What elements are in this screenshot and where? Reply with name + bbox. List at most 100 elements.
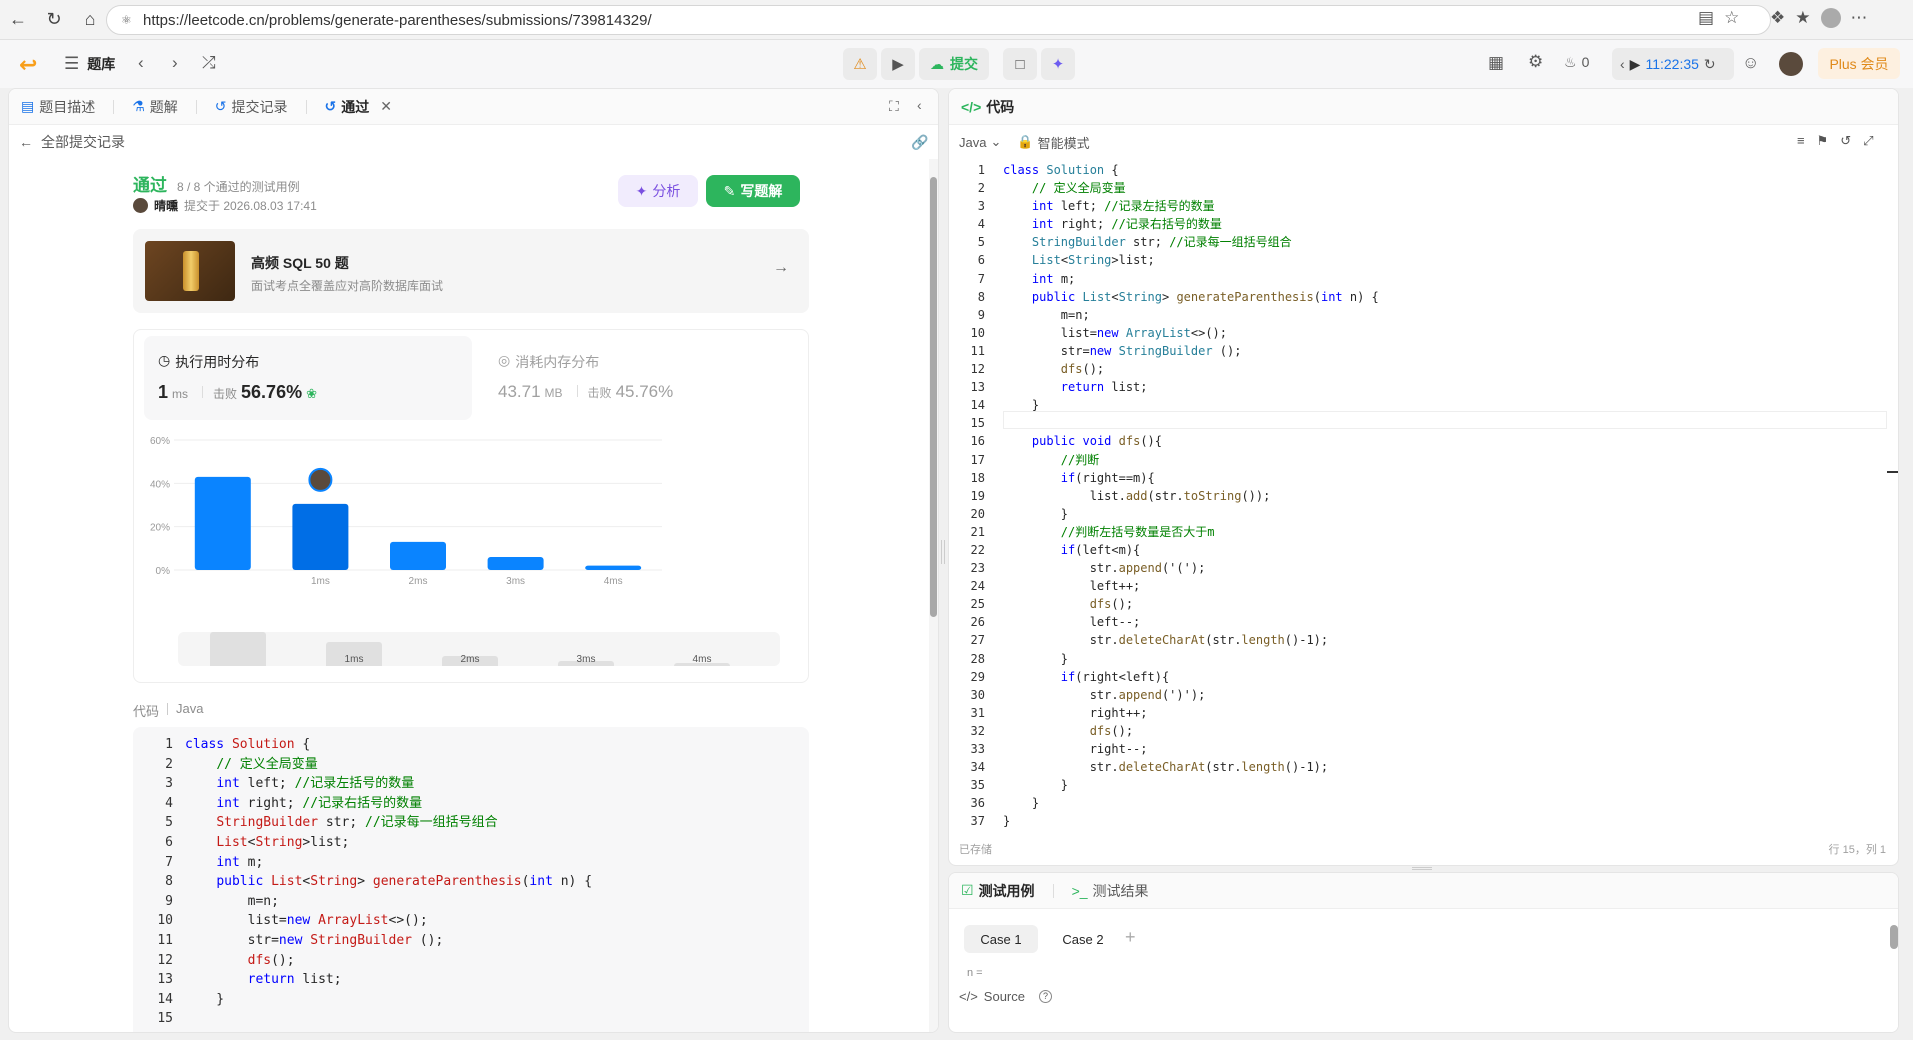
language-select[interactable]: Java ⌄ [959, 134, 1001, 150]
tab-code[interactable]: </> 代码 [961, 97, 1014, 117]
test-scrollbar[interactable] [1889, 909, 1898, 1032]
cursor-position: 行 15，列 1 [1828, 844, 1886, 856]
memory-beats-label: 击败 [587, 386, 612, 400]
plus-member-button[interactable]: Plus 会员 [1818, 48, 1900, 79]
settings-gear-icon[interactable]: ⚙ [1528, 52, 1543, 72]
chart-bar[interactable] [292, 503, 349, 570]
left-scrollbar[interactable] [929, 159, 938, 1032]
submission-code-block[interactable]: 1 class Solution {2 // 定义全局变量 3 int left; … [133, 727, 809, 1032]
editor-line: 30 str.append(')'); [970, 687, 1206, 702]
address-bar[interactable]: ⚛ https://leetcode.cn/problems/generate-… [106, 5, 1771, 35]
username[interactable]: 晴曛 [154, 197, 178, 214]
mini-chart-label: 3ms [576, 654, 596, 665]
debug-button[interactable]: ⚠ [843, 48, 877, 80]
chart-range-slider[interactable]: 1ms 2ms 3ms 4ms [178, 632, 780, 666]
streak-counter[interactable]: ♨ 0 [1564, 54, 1589, 71]
tab-solutions[interactable]: ⚗ 题解 [132, 97, 178, 117]
reader-mode-icon[interactable]: ▤ [1698, 8, 1714, 28]
editor-line: 25 dfs(); [970, 597, 1134, 612]
favorites-icon[interactable]: ★ [1795, 8, 1810, 28]
user-avatar[interactable] [1779, 52, 1803, 76]
horizontal-resize-handle[interactable] [1412, 867, 1432, 870]
problem-list-button[interactable]: ☰ 题库 [64, 54, 115, 74]
run-button[interactable]: ▶ [881, 48, 915, 80]
home-icon[interactable]: ⌂ [72, 4, 108, 36]
back-arrow-icon[interactable]: ← [0, 4, 36, 36]
test-results-label: 测试结果 [1092, 882, 1149, 899]
test-scrollbar-thumb[interactable] [1890, 925, 1898, 949]
ai-assist-button[interactable]: ✦ [1041, 48, 1075, 80]
memory-card[interactable]: ◎ 消耗内存分布 43.71 MB 击败 45.76% [484, 336, 800, 420]
prev-problem-icon[interactable]: ‹ [138, 53, 144, 73]
add-friend-icon[interactable]: ☺ [1742, 53, 1759, 73]
source-toggle[interactable]: </> Source ? [959, 989, 1052, 1004]
editor-line: 4 int right; //记录右括号的数量 [977, 217, 1222, 232]
submit-time: 提交于 2026.08.03 17:41 [184, 199, 317, 213]
editor-line: 32 dfs(); [970, 723, 1134, 738]
runtime-value: 1 [158, 382, 169, 402]
tab-test-cases[interactable]: ☑ 测试用例 [961, 881, 1035, 901]
memory-unit: MB [544, 386, 563, 400]
collapse-panel-icon[interactable]: ‹ [917, 97, 922, 113]
editor-scroll-marker [1887, 471, 1898, 473]
case-tab-case-1[interactable]: Case 1 [964, 925, 1038, 953]
chart-bar[interactable] [585, 565, 642, 570]
bookmark-icon[interactable]: ⚑ [1817, 133, 1829, 149]
maximize-icon[interactable]: ⛶ [889, 98, 899, 115]
chevron-down-icon: ⌄ [990, 134, 1002, 149]
more-menu-icon[interactable]: ⋯ [1851, 8, 1868, 28]
editor-title: 代码 [986, 98, 1015, 115]
case-tab-case-2[interactable]: Case 2 [1046, 925, 1120, 953]
source-label: Source [983, 989, 1025, 1004]
promo-card[interactable]: 高频 SQL 50 题 面试考点全覆盖应对高阶数据库面试 → [133, 229, 809, 313]
submit-button[interactable]: ☁ 提交 [919, 48, 989, 80]
timer-play-icon[interactable]: ▶ [1630, 56, 1641, 73]
reload-icon[interactable]: ↻ [36, 4, 72, 36]
format-icon[interactable]: ≡ [1797, 133, 1805, 149]
back-to-submissions-link[interactable]: ← 全部提交记录 🔗 [9, 125, 938, 159]
notes-button[interactable]: □ [1003, 48, 1037, 80]
vertical-resize-handle[interactable] [941, 540, 945, 564]
fullscreen-icon[interactable]: ⤢ [1863, 133, 1873, 149]
next-problem-icon[interactable]: › [172, 53, 178, 73]
smart-mode-toggle[interactable]: 🔒 智能模式 [1017, 133, 1089, 152]
profile-avatar-icon[interactable] [1820, 8, 1841, 28]
code-line: 11 str=new StringBuilder (); [157, 932, 444, 948]
favorite-star-icon[interactable]: ☆ [1724, 8, 1739, 28]
shuffle-icon[interactable]: ⤮ [202, 53, 216, 73]
runtime-card[interactable]: ◷ 执行用时分布 1 ms 击败 56.76% ❀ [144, 336, 472, 420]
timer-collapse-icon[interactable]: ‹ [1620, 56, 1625, 72]
write-solution-button[interactable]: ✎ 写题解 [706, 175, 800, 207]
code-line: 15 [157, 1011, 173, 1027]
site-info-icon[interactable]: ⚛ [121, 13, 143, 27]
code-editor[interactable]: 1 class Solution {2 // 定义全局变量 3 int left; … [949, 159, 1887, 829]
leetcode-logo-icon[interactable]: ↩ [19, 52, 41, 77]
add-case-icon[interactable]: + [1125, 927, 1136, 948]
tab-description[interactable]: ▤ 题目描述 [21, 97, 95, 117]
tab-test-results[interactable]: >_ 测试结果 [1072, 881, 1149, 901]
left-scrollbar-thumb[interactable] [930, 177, 937, 617]
timer-widget[interactable]: ‹ ▶ 11:22:35 ↻ [1612, 48, 1734, 80]
editor-line: 8 public List<String> generateParenthesi… [977, 289, 1379, 304]
runtime-distribution-chart[interactable]: 60% 40% 20% 0% 1ms 2ms 3ms 4ms [134, 430, 810, 630]
terminal-icon: >_ [1071, 882, 1088, 899]
runtime-unit: ms [172, 387, 189, 401]
chart-bar[interactable] [487, 557, 544, 570]
layout-icon[interactable]: ▦ [1488, 53, 1504, 73]
chart-bar[interactable] [390, 541, 446, 570]
tab-accepted[interactable]: ↺ 通过 ✕ [325, 97, 392, 117]
tab-submissions[interactable]: ↺ 提交记录 [215, 97, 288, 117]
browser-toolbar: ← ↻ ⌂ ⚛ https://leetcode.cn/problems/gen… [0, 0, 1913, 40]
share-link-icon[interactable]: 🔗 [911, 134, 928, 151]
reset-code-icon[interactable]: ↺ [1840, 133, 1851, 149]
analysis-button[interactable]: ✦ 分析 [618, 175, 698, 207]
chart-bar[interactable] [194, 476, 251, 570]
editor-line: 5 StringBuilder str; //记录每一组括号组合 [977, 235, 1292, 250]
extensions-icon[interactable]: ❖ [1770, 8, 1785, 28]
timer-reset-icon[interactable]: ↻ [1704, 56, 1716, 73]
close-tab-icon[interactable]: ✕ [380, 98, 392, 115]
editor-line: 29 if(right<left){ [970, 669, 1170, 684]
editor-scrollbar[interactable] [1887, 159, 1898, 827]
code-line: 2 // 定义全局变量 [165, 756, 318, 772]
help-icon[interactable]: ? [1039, 990, 1052, 1003]
